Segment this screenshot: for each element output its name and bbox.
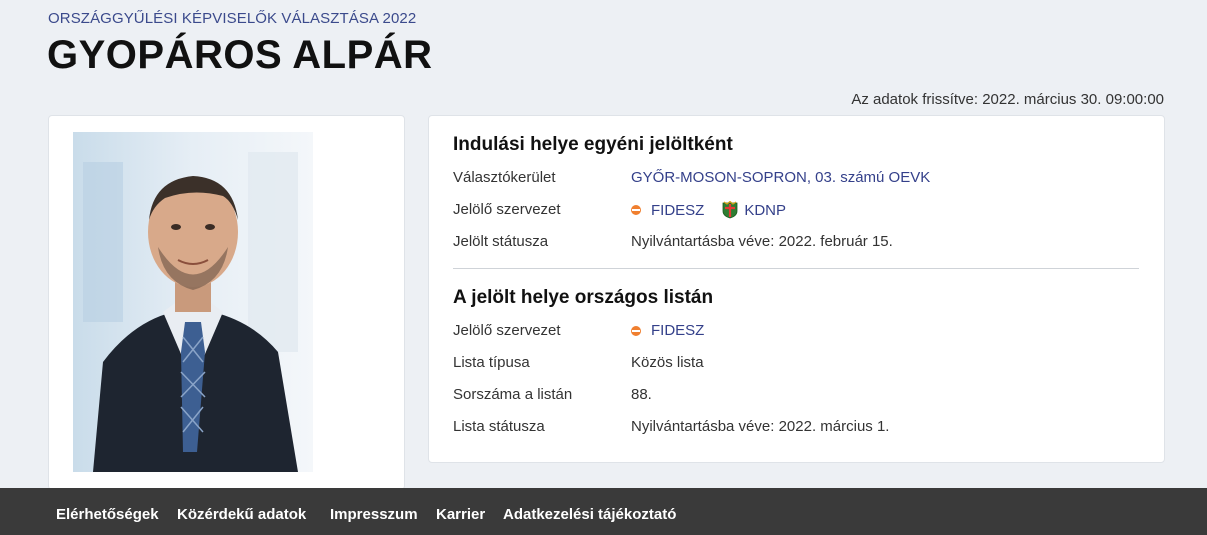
candidate-name: GYOPÁROS ALPÁR — [47, 33, 433, 77]
list-rank-label: Sorszáma a listán — [453, 386, 573, 403]
candidate-photo — [73, 132, 313, 472]
individual-section-title: Indulási helye egyéni jelöltként — [453, 134, 733, 155]
district-link[interactable]: GYŐR-MOSON-SOPRON, 03. számú OEVK — [631, 169, 930, 186]
list-status-label: Lista státusza — [453, 418, 545, 435]
photo-card — [48, 115, 405, 490]
info-card: Indulási helye egyéni jelöltként Választ… — [428, 115, 1165, 463]
district-label: Választókerület — [453, 169, 556, 186]
election-title: ORSZÁGGYŰLÉSI KÉPVISELŐK VÁLASZTÁSA 2022 — [48, 10, 417, 27]
fidesz-logo-icon — [631, 325, 641, 336]
list-type-value: Közös lista — [631, 354, 704, 371]
list-org-label: Jelölő szervezet — [453, 322, 561, 339]
list-rank-value: 88. — [631, 386, 652, 403]
national-list-title: A jelölt helye országos listán — [453, 287, 714, 308]
list-type-label: Lista típusa — [453, 354, 530, 371]
list-org-value: FIDESZ — [631, 322, 704, 339]
status-label: Jelölt státusza — [453, 233, 549, 250]
kdnp-logo-icon — [722, 201, 738, 219]
status-value: Nyilvántartásba véve: 2022. február 15. — [631, 233, 893, 250]
footer-link-imprint[interactable]: Impresszum — [330, 506, 418, 523]
footer-link-contacts[interactable]: Elérhetőségek — [56, 506, 159, 523]
org-label: Jelölő szervezet — [453, 201, 561, 218]
list-status-value: Nyilvántartásba véve: 2022. március 1. — [631, 418, 890, 435]
footer-link-public-data[interactable]: Közérdekű adatok — [177, 506, 306, 523]
footer-link-privacy[interactable]: Adatkezelési tájékoztató — [503, 506, 676, 523]
footer: Elérhetőségek Közérdekű adatok Impresszu… — [0, 488, 1207, 535]
kdnp-link[interactable]: KDNP — [744, 202, 786, 219]
section-divider — [453, 268, 1139, 269]
list-fidesz-link[interactable]: FIDESZ — [651, 322, 704, 339]
footer-link-career[interactable]: Karrier — [436, 506, 485, 523]
fidesz-logo-icon — [631, 205, 641, 215]
org-values: FIDESZ KDNP — [631, 201, 786, 219]
fidesz-link[interactable]: FIDESZ — [651, 202, 704, 219]
last-updated: Az adatok frissítve: 2022. március 30. 0… — [851, 91, 1164, 108]
